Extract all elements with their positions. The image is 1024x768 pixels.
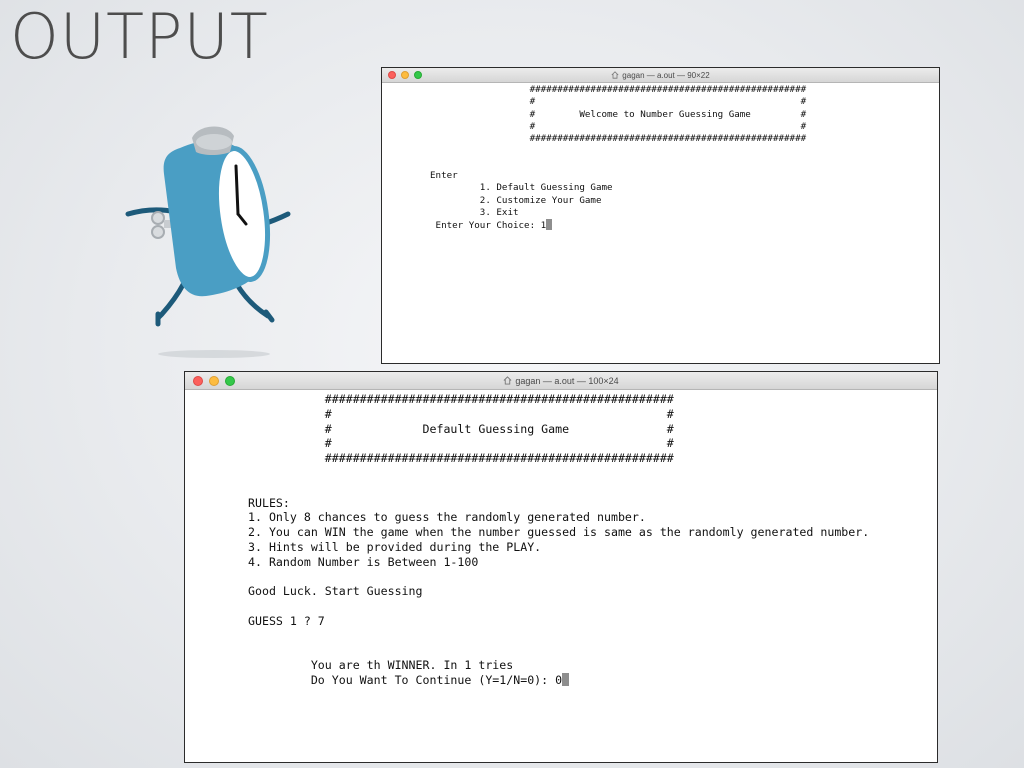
terminal-line: 4. Random Number is Between 1-100	[248, 554, 479, 569]
terminal-line: 3. Exit	[430, 206, 519, 218]
terminal-line: ​	[248, 481, 937, 496]
terminal-line: RULES:	[248, 495, 290, 510]
terminal-line: ########################################…	[248, 451, 674, 466]
home-icon	[611, 71, 619, 79]
terminal-line: ########################################…	[248, 392, 674, 406]
terminal-line: 3. Hints will be provided during the PLA…	[248, 539, 542, 554]
window-titlebar[interactable]: gagan — a.out — 90×22	[382, 68, 939, 83]
terminal-window-game[interactable]: gagan — a.out — 100×24 #################…	[184, 371, 938, 763]
slide-title: OUTPUT	[10, 0, 269, 73]
window-title-text: gagan — a.out — 90×22	[622, 71, 710, 80]
terminal-line: # #	[248, 406, 674, 421]
terminal-line: ​	[248, 570, 937, 585]
prompt-line[interactable]: Enter Your Choice: 1	[430, 219, 939, 232]
choice-prompt: Enter Your Choice:	[430, 220, 541, 232]
terminal-line: # Default Guessing Game #	[248, 421, 674, 436]
window-titlebar[interactable]: gagan — a.out — 100×24	[185, 372, 937, 390]
prompt-line[interactable]: Do You Want To Continue (Y=1/N=0): 0	[248, 673, 937, 688]
terminal-line: # #	[430, 120, 807, 132]
running-clock-mascot	[125, 126, 291, 358]
window-title: gagan — a.out — 100×24	[185, 372, 937, 390]
terminal-line: # #	[248, 436, 674, 451]
text-cursor	[546, 219, 553, 231]
terminal-line: ########################################…	[430, 133, 807, 145]
terminal-line: 1. Default Guessing Game	[430, 182, 613, 194]
terminal-line: ​	[248, 644, 937, 659]
terminal-output[interactable]: ########################################…	[382, 83, 939, 233]
terminal-line: 2. Customize Your Game	[430, 194, 602, 206]
terminal-line: GUESS 1 ? 7	[248, 613, 325, 628]
terminal-line: ​	[430, 158, 939, 170]
window-title-text: gagan — a.out — 100×24	[515, 376, 619, 386]
window-title: gagan — a.out — 90×22	[382, 68, 939, 83]
terminal-output[interactable]: ########################################…	[185, 390, 937, 688]
terminal-line: 1. Only 8 chances to guess the randomly …	[248, 510, 646, 525]
terminal-line: ​	[430, 145, 939, 157]
terminal-line: 2. You can WIN the game when the number …	[248, 525, 870, 540]
terminal-line: # Welcome to Number Guessing Game #	[430, 108, 807, 120]
home-icon	[503, 376, 512, 385]
terminal-line: You are th WINNER. In 1 tries	[248, 658, 514, 673]
terminal-window-menu[interactable]: gagan — a.out — 90×22 ##################…	[381, 67, 940, 364]
terminal-line: ​	[248, 629, 937, 644]
text-cursor	[562, 673, 570, 687]
continue-input-value[interactable]: 0	[555, 673, 562, 687]
terminal-line: Good Luck. Start Guessing	[248, 584, 423, 599]
terminal-line: ​	[248, 466, 937, 481]
terminal-line: # #	[430, 96, 807, 108]
terminal-line: Enter	[430, 170, 458, 182]
continue-prompt: Do You Want To Continue (Y=1/N=0):	[248, 673, 556, 688]
terminal-line: ​	[248, 599, 937, 614]
terminal-line: ########################################…	[430, 84, 807, 95]
